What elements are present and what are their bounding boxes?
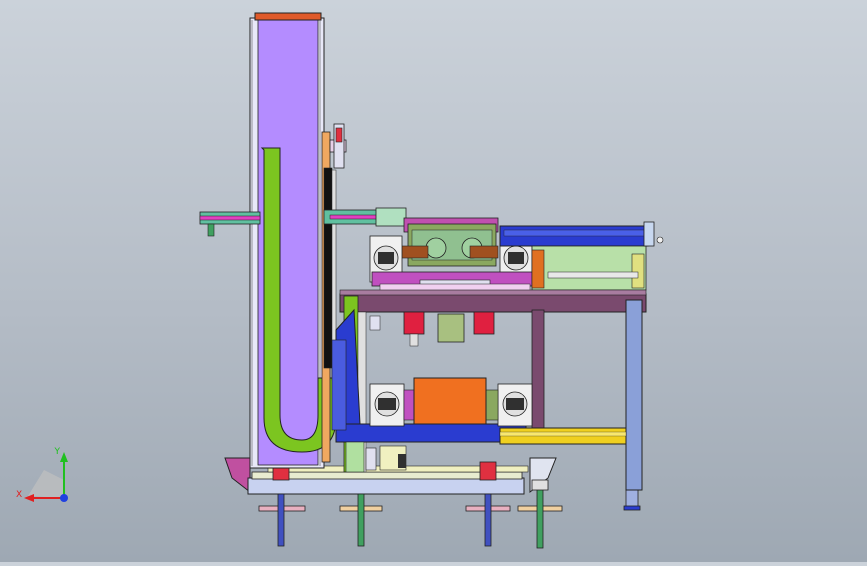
vertical-column [249,12,325,469]
coordinate-triad: Y X [16,447,68,502]
lower-parts [345,441,407,473]
lower-drive [369,377,533,427]
motor-group [369,311,495,347]
y-axis-label: Y [54,447,61,457]
frame-leg [625,299,643,491]
table-top [339,293,647,313]
x-axis-label: X [16,490,22,500]
column-cap [254,12,322,21]
machine-assembly-drawing: Y X [16,12,664,549]
base-assembly [224,457,641,549]
yellow-rail [499,427,627,445]
orange-box [413,377,487,425]
cad-viewport[interactable]: Y X [0,0,867,562]
